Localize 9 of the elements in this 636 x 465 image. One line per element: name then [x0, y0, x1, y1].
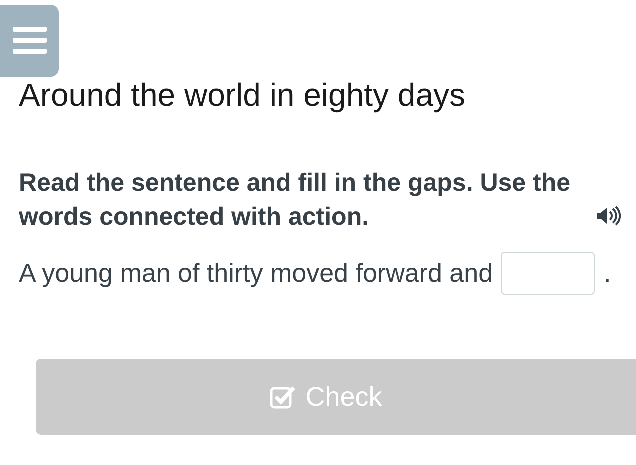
menu-icon — [12, 27, 46, 55]
checkbox-icon — [270, 385, 296, 409]
answer-field[interactable] — [501, 252, 596, 295]
menu-button[interactable] — [0, 5, 59, 77]
speaker-icon[interactable] — [596, 206, 621, 226]
lesson-title: Around the world in eighty days — [19, 78, 466, 112]
sentence-end: . — [604, 257, 612, 290]
instruction-text: Read the sentence and fill in the gaps. Use the words connected with action. — [19, 168, 572, 233]
sentence-text: A young man of thirty moved forward and — [19, 257, 494, 290]
